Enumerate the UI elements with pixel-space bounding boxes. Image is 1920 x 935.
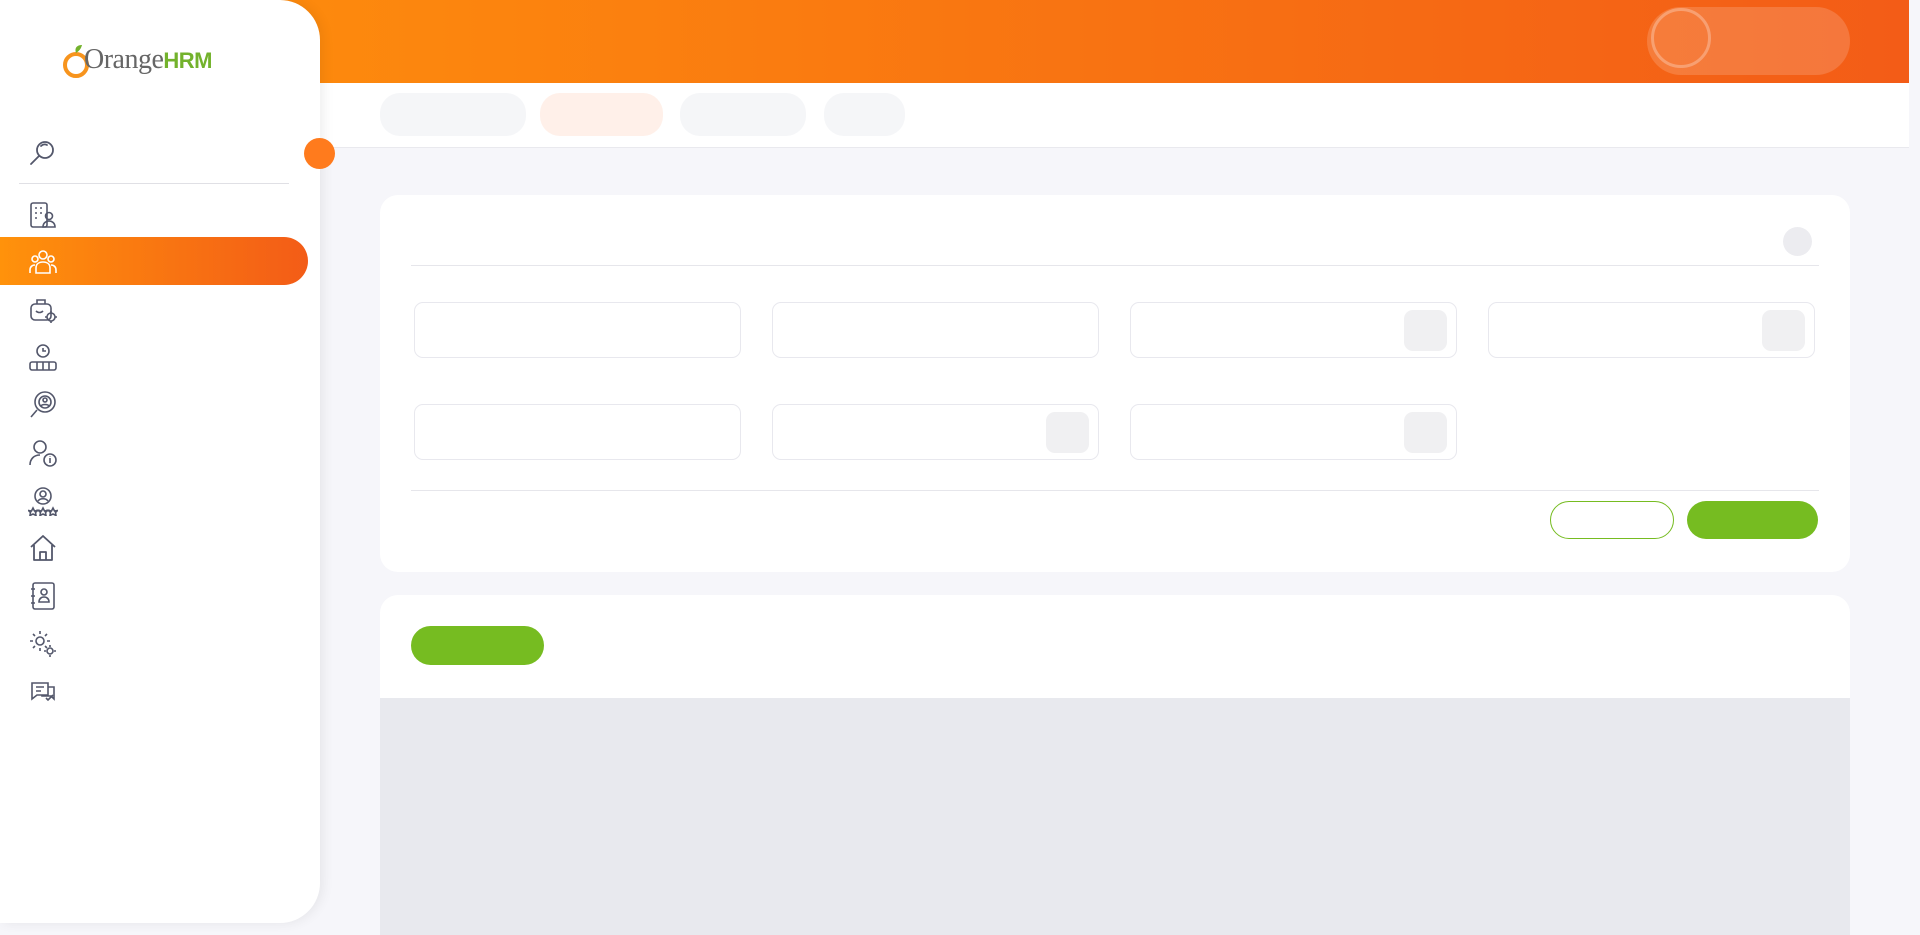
sidebar: OrangeHRM bbox=[0, 0, 320, 923]
filter-footer-divider bbox=[411, 490, 1819, 491]
brand-wordmark: OrangeHRM bbox=[84, 44, 213, 75]
sidebar-divider bbox=[19, 183, 289, 184]
topnav-tab-1[interactable] bbox=[380, 93, 526, 136]
recruitment-icon bbox=[28, 390, 58, 420]
chevron-down-icon bbox=[1762, 310, 1805, 351]
sidebar-item-directory[interactable] bbox=[0, 571, 308, 619]
filter-select-6[interactable] bbox=[772, 404, 1099, 460]
filter-select-3[interactable] bbox=[1130, 302, 1457, 358]
sidebar-search[interactable] bbox=[0, 128, 308, 176]
pim-icon bbox=[28, 247, 58, 277]
filter-select-4[interactable] bbox=[1488, 302, 1815, 358]
chevron-down-icon bbox=[1404, 412, 1447, 453]
topnav-tab-4[interactable] bbox=[824, 93, 905, 136]
sidebar-item-maintenance[interactable] bbox=[0, 619, 308, 667]
directory-icon bbox=[28, 581, 58, 611]
buzz-icon bbox=[28, 676, 58, 706]
top-navigation bbox=[320, 83, 1909, 148]
sidebar-item-leave[interactable] bbox=[0, 285, 308, 333]
leave-icon bbox=[28, 295, 58, 325]
filter-header-divider bbox=[411, 265, 1819, 266]
employee-table-loading bbox=[380, 698, 1850, 935]
employee-list-card bbox=[380, 595, 1850, 935]
chevron-down-icon bbox=[1046, 412, 1089, 453]
collapse-filter-icon[interactable] bbox=[1783, 227, 1812, 256]
time-icon bbox=[28, 343, 58, 373]
add-button[interactable] bbox=[411, 626, 544, 665]
search-button[interactable] bbox=[1687, 501, 1818, 539]
search-icon bbox=[28, 138, 58, 168]
home-icon bbox=[28, 533, 58, 563]
maintenance-icon bbox=[28, 629, 58, 659]
filter-field-1[interactable] bbox=[414, 302, 741, 358]
sidebar-item-recruitment[interactable] bbox=[0, 380, 308, 428]
filter-field-2[interactable] bbox=[772, 302, 1099, 358]
sidebar-item-time[interactable] bbox=[0, 333, 308, 381]
sidebar-item-admin[interactable] bbox=[0, 190, 308, 238]
sidebar-collapse-toggle[interactable] bbox=[304, 138, 335, 169]
sidebar-item-pim[interactable] bbox=[0, 237, 308, 285]
performance-icon bbox=[26, 486, 60, 517]
my-info-icon bbox=[28, 438, 58, 468]
brand-logo[interactable]: OrangeHRM bbox=[62, 40, 213, 80]
employee-filter-card bbox=[380, 195, 1850, 572]
user-avatar[interactable] bbox=[1651, 8, 1711, 68]
sidebar-item-performance[interactable] bbox=[0, 476, 308, 524]
topnav-tab-3[interactable] bbox=[680, 93, 806, 136]
filter-field-5[interactable] bbox=[414, 404, 741, 460]
topnav-tab-2[interactable] bbox=[540, 93, 663, 136]
sidebar-item-dashboard[interactable] bbox=[0, 523, 308, 571]
reset-button[interactable] bbox=[1550, 501, 1674, 539]
sidebar-item-my-info[interactable] bbox=[0, 428, 308, 476]
sidebar-item-buzz[interactable] bbox=[0, 666, 308, 714]
chevron-down-icon bbox=[1404, 310, 1447, 351]
filter-select-7[interactable] bbox=[1130, 404, 1457, 460]
admin-icon bbox=[28, 200, 58, 230]
